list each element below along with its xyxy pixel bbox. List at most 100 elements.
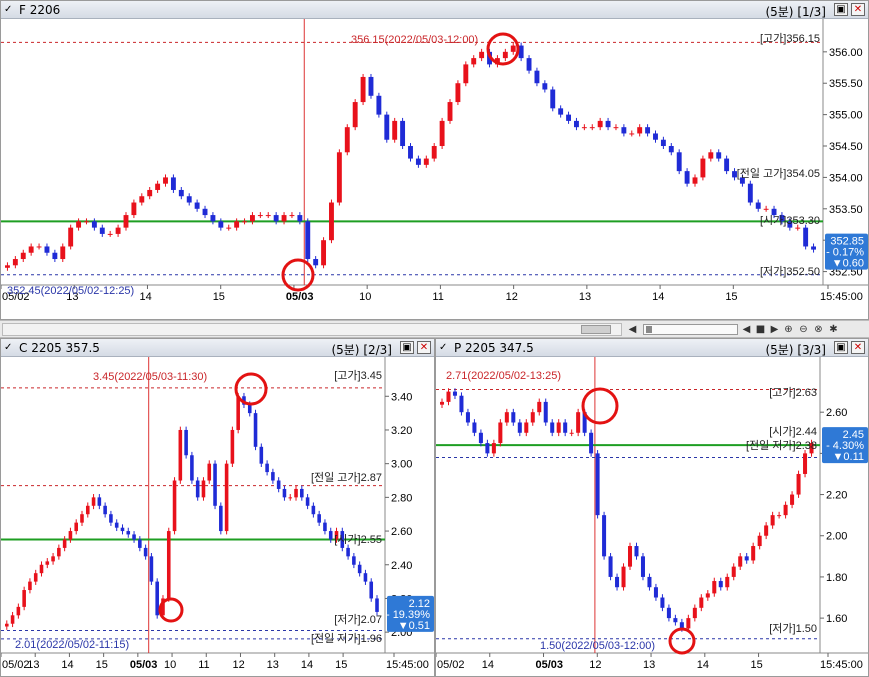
candle-body (738, 556, 743, 567)
candle-body (415, 158, 421, 165)
horizontal-scrollbar[interactable] (2, 323, 622, 336)
futures-candlestick-chart: 356.00355.50355.00354.50354.00353.50353.… (1, 19, 868, 303)
candle-body (550, 422, 555, 433)
zoom-in-icon[interactable]: ⊕ (782, 323, 795, 336)
candle-body (184, 429, 188, 456)
x-tick-label: 10 (164, 659, 176, 671)
candle-body (595, 453, 600, 516)
candle-body (329, 202, 334, 241)
candle-body (543, 401, 548, 423)
scroll-left-icon[interactable]: ◀ (626, 323, 639, 336)
candle-body (472, 422, 477, 433)
candle-body (744, 556, 749, 561)
play-icon[interactable]: ▶ (768, 323, 781, 336)
check-icon[interactable]: ✓ (4, 4, 15, 15)
high-annotation: 2.71(2022/05/02-13:25) (446, 370, 561, 382)
candle-body (581, 127, 587, 129)
candle-body (471, 58, 477, 65)
check-icon[interactable]: ✓ (439, 342, 450, 353)
close-icon[interactable]: ✕ (417, 341, 431, 354)
candle-body (777, 515, 782, 517)
close-icon[interactable]: ✕ (851, 3, 865, 16)
candle-body (5, 623, 9, 627)
candle-body (352, 102, 358, 128)
x-tick-label: 05/03 (130, 659, 158, 671)
reference-label: [전일 저가]2.38 (746, 438, 817, 452)
candle-body (91, 221, 97, 228)
candle-body (368, 76, 374, 96)
zoom-out-icon[interactable]: ⊖ (797, 323, 810, 336)
candle-body (45, 561, 50, 565)
panel-title: C 2205 357.5 (19, 341, 100, 355)
candle-body (5, 265, 10, 268)
candle-body (109, 514, 113, 523)
x-tick-label: 15 (335, 659, 347, 671)
candle-body (360, 76, 366, 103)
window-mode-icon[interactable]: ▣ (834, 341, 848, 354)
candle-body (207, 463, 212, 481)
candle-body (172, 480, 177, 532)
y-tick-label: 2.40 (391, 560, 412, 572)
reference-label: [고가]3.45 (334, 369, 382, 382)
scroll-thumb[interactable] (581, 325, 611, 334)
candle-body (305, 221, 311, 260)
candle-body (479, 51, 485, 59)
panel-period: (5분) [1/3] (765, 5, 826, 19)
candle-body (376, 95, 382, 115)
futures-chart-panel: ✓ F 2206 (5분) [1/3] ▣ ✕ 356.00 355.50 355.… (0, 0, 869, 320)
candle-body (194, 202, 200, 209)
highlight-circle (234, 372, 268, 406)
candle-body (123, 215, 129, 228)
y-tick-label: 356.00 (829, 47, 863, 59)
candle-body (530, 412, 535, 423)
window-mode-icon[interactable]: ▣ (400, 341, 414, 354)
candle-body (511, 412, 516, 423)
candle-body (550, 89, 556, 109)
prev-icon[interactable]: ◀ (740, 323, 753, 336)
candle-body (91, 497, 96, 506)
candle-body (640, 556, 645, 577)
candle-body (589, 432, 594, 454)
candle-body (363, 573, 368, 582)
candle-body (186, 196, 192, 203)
reference-label: [전일 고가]2.87 (311, 470, 382, 484)
candle-body (375, 598, 379, 612)
candle-body (447, 102, 453, 121)
candle-body (138, 539, 142, 548)
candle-body (455, 83, 461, 103)
candle-body (384, 114, 390, 140)
candle-body (282, 488, 287, 498)
candle-body (273, 215, 279, 222)
candle-body (132, 534, 136, 540)
settings-icon[interactable]: ✱ (827, 323, 840, 336)
slider-knob[interactable] (646, 326, 652, 333)
candle-body (52, 252, 58, 260)
highlight-circle (668, 627, 696, 655)
check-icon[interactable]: ✓ (4, 342, 15, 353)
reference-label: [전일 저가]1.96 (311, 631, 382, 645)
candle-body (608, 556, 613, 577)
candle-body (576, 412, 581, 433)
window-mode-icon[interactable]: ▣ (834, 3, 848, 16)
stop-icon[interactable]: ■ (754, 323, 767, 336)
candle-body (605, 120, 611, 128)
candle-body (621, 127, 627, 134)
candle-body (686, 618, 691, 629)
y-tick-label: 354.50 (829, 141, 863, 153)
y-tick-label: 353.50 (829, 204, 863, 216)
reference-label: [시가]2.55 (334, 533, 382, 546)
reference-label: [저가]352.50 (760, 265, 820, 278)
reference-label: [저가]2.07 (334, 613, 382, 626)
zoom-slider[interactable] (643, 324, 738, 335)
candle-body (20, 252, 26, 260)
candle-body (265, 215, 271, 217)
candle-body (679, 622, 684, 629)
candle-body (60, 246, 66, 260)
zoom-reset-icon[interactable]: ⊗ (812, 323, 825, 336)
candle-body (247, 404, 252, 414)
panel-period: (5분) [2/3] (331, 343, 392, 357)
candle-body (790, 494, 795, 505)
panel-period: (5분) [3/3] (765, 343, 826, 357)
candle-body (439, 120, 445, 147)
close-icon[interactable]: ✕ (851, 341, 865, 354)
